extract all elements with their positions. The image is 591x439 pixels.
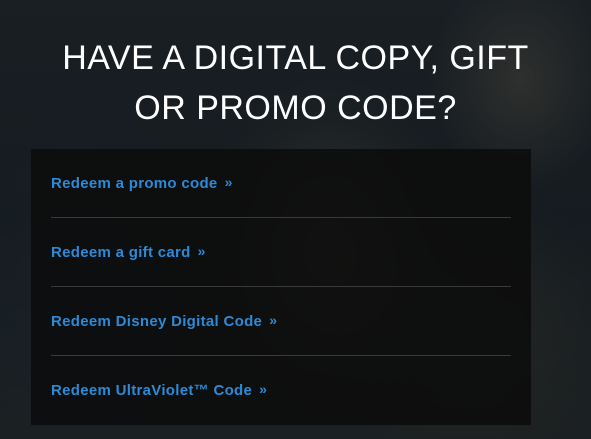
list-item: Redeem Disney Digital Code »	[51, 287, 511, 356]
list-item: Redeem a gift card »	[51, 218, 511, 287]
redeem-list: Redeem a promo code » Redeem a gift card…	[31, 149, 531, 424]
redeem-ultraviolet-code-link[interactable]: Redeem UltraViolet™ Code »	[51, 381, 268, 399]
redeem-disney-digital-code-link[interactable]: Redeem Disney Digital Code »	[51, 312, 278, 330]
headline-line-1: HAVE A DIGITAL COPY, GIFT	[62, 39, 529, 77]
double-chevron-right-icon: »	[197, 243, 206, 259]
double-chevron-right-icon: »	[259, 381, 268, 397]
redeem-gift-card-link[interactable]: Redeem a gift card »	[51, 243, 206, 261]
redeem-promo-code-link[interactable]: Redeem a promo code »	[51, 174, 233, 192]
redeem-gift-card-label: Redeem a gift card	[51, 243, 191, 261]
redeem-disney-digital-code-label: Redeem Disney Digital Code	[51, 312, 263, 330]
double-chevron-right-icon: »	[269, 312, 278, 328]
redeem-panel: Redeem a promo code » Redeem a gift card…	[31, 149, 531, 425]
redeem-promo-code-label: Redeem a promo code	[51, 174, 218, 192]
double-chevron-right-icon: »	[224, 174, 233, 190]
list-item: Redeem UltraViolet™ Code »	[51, 356, 511, 424]
list-item: Redeem a promo code »	[51, 149, 511, 218]
headline-line-2: OR PROMO CODE?	[134, 89, 457, 127]
page-headline: HAVE A DIGITAL COPY, GIFT OR PROMO CODE?	[15, 33, 576, 133]
redeem-ultraviolet-code-label: Redeem UltraViolet™ Code	[51, 381, 253, 399]
